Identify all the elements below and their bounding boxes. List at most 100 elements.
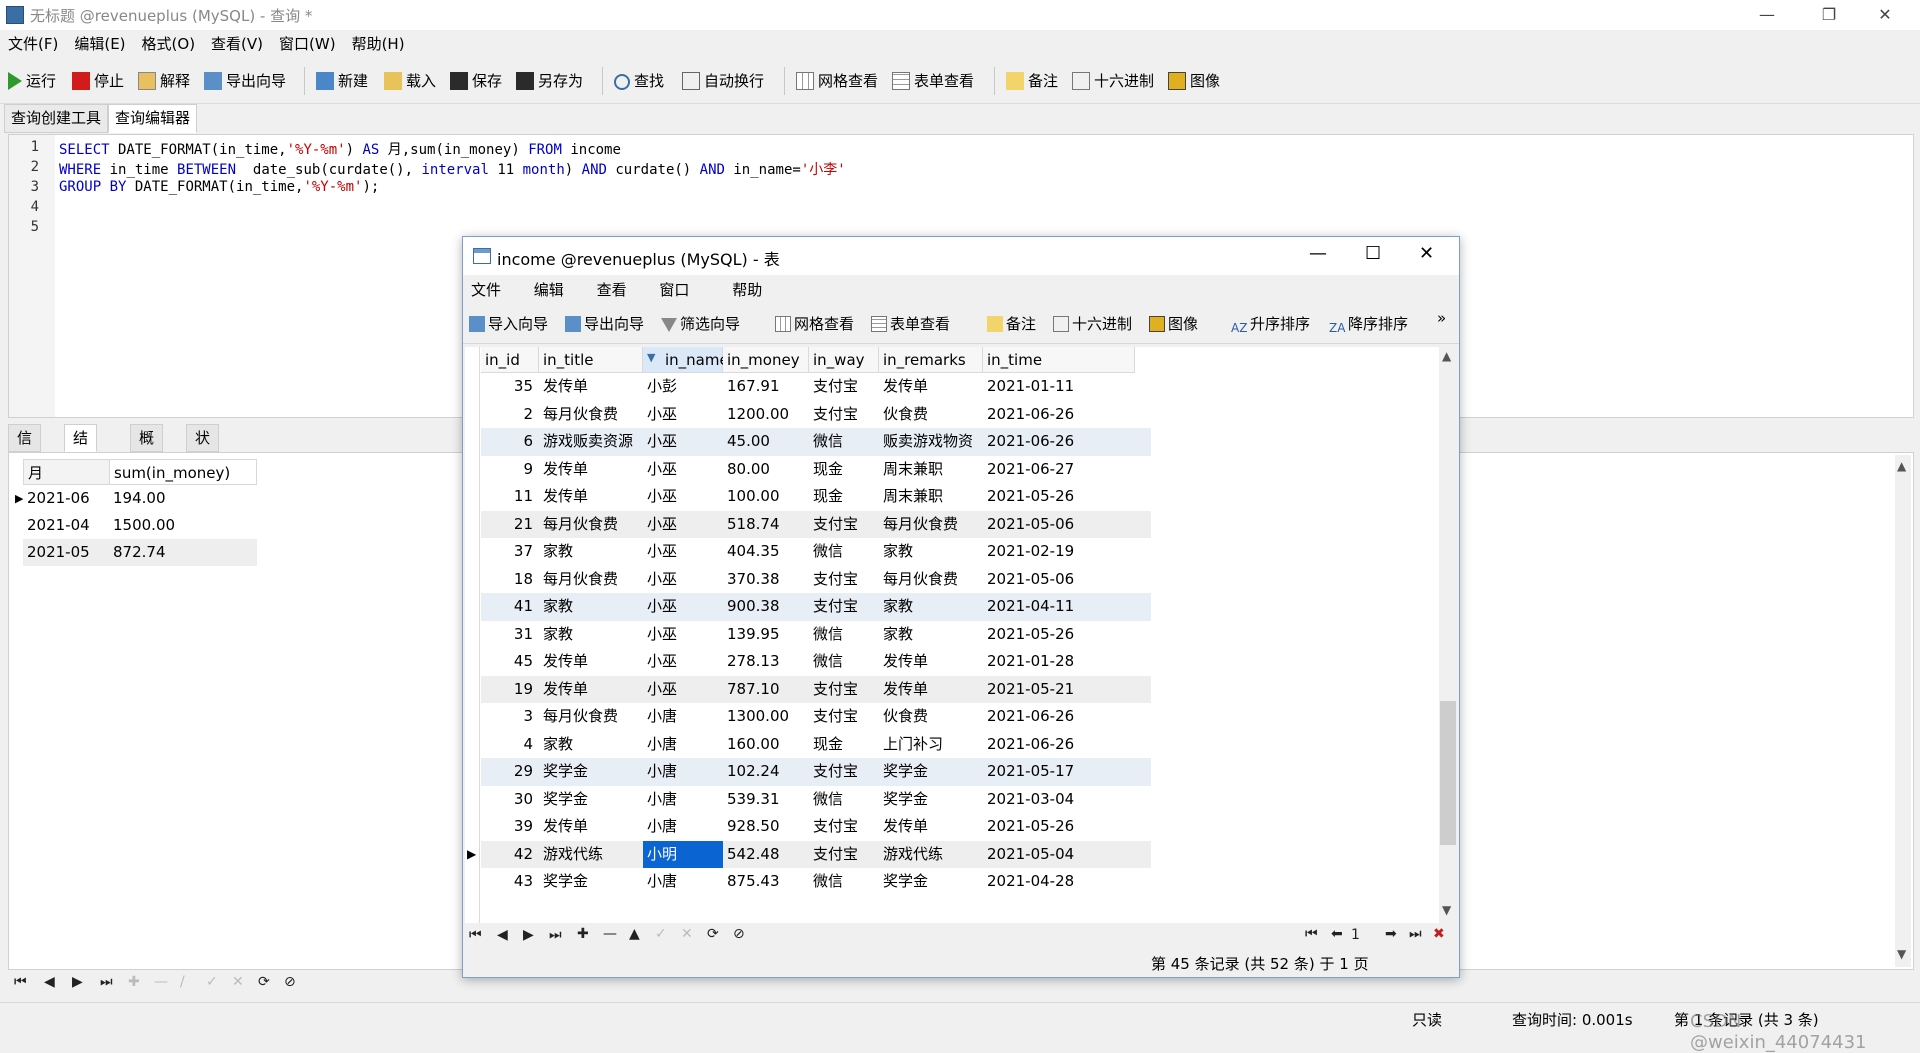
column-header-in-title[interactable]: in_title: [539, 347, 643, 373]
cell-in-way[interactable]: 支付宝: [809, 703, 879, 731]
table-row[interactable]: 3 每月伙食费 小唐 1300.00 支付宝 伙食费 2021-06-26: [481, 703, 1151, 731]
find-button[interactable]: 查找: [614, 69, 664, 93]
cell-in-money[interactable]: 1300.00: [723, 703, 809, 731]
cell-in-money[interactable]: 1200.00: [723, 401, 809, 429]
income-memo-button[interactable]: 备注: [987, 313, 1036, 335]
cell-in-time[interactable]: 2021-01-28: [983, 648, 1135, 676]
scroll-thumb[interactable]: [1440, 701, 1456, 845]
menu-format[interactable]: 格式(O): [134, 31, 204, 57]
table-row[interactable]: 4 家教 小唐 160.00 现金 上门补习 2021-06-26: [481, 730, 1151, 759]
cell-in-way[interactable]: 支付宝: [809, 373, 879, 401]
cell-in-money[interactable]: 518.74: [723, 511, 809, 539]
scroll-up-icon[interactable]: ▲: [1897, 459, 1906, 473]
cell-in-time[interactable]: 2021-06-26: [983, 731, 1135, 759]
memo-button[interactable]: 备注: [1006, 69, 1058, 93]
image-button[interactable]: 图像: [1168, 69, 1220, 93]
cell-in-time[interactable]: 2021-06-26: [983, 401, 1135, 429]
table-row[interactable]: ▶ 42 游戏代练 小明 542.48 支付宝 游戏代练 2021-05-04: [467, 840, 1151, 869]
cell-in-id[interactable]: 9: [481, 456, 539, 484]
table-row[interactable]: 35 发传单 小彭 167.91 支付宝 发传单 2021-01-11: [481, 373, 1151, 401]
cell-in-remarks[interactable]: 贩卖游戏物资: [879, 428, 983, 456]
refresh-icon[interactable]: ⟳: [258, 974, 270, 990]
column-header-in-time[interactable]: in_time: [983, 347, 1135, 373]
cell-in-money[interactable]: 102.24: [723, 758, 809, 786]
income-export-wizard-button[interactable]: 导出向导: [565, 313, 644, 335]
result-header-month[interactable]: 月: [23, 459, 119, 485]
income-grid-view-button[interactable]: 网格查看: [775, 313, 854, 335]
table-row[interactable]: 41 家教 小巫 900.38 支付宝 家教 2021-04-11: [481, 593, 1151, 621]
first-record-icon[interactable]: ⏮: [469, 927, 482, 943]
result-header-sum[interactable]: sum(in_money): [109, 459, 257, 485]
add-record-icon[interactable]: ✚: [128, 974, 140, 990]
table-row[interactable]: 43 奖学金 小唐 875.43 微信 奖学金 2021-04-28: [481, 868, 1151, 896]
cell-in-name[interactable]: 小彭: [643, 373, 723, 401]
code-line[interactable]: SELECT DATE_FORMAT(in_time,'%Y-%m') AS 月…: [59, 139, 621, 159]
minimize-button[interactable]: —: [1744, 0, 1790, 30]
cell-in-id[interactable]: 37: [481, 538, 539, 566]
cell-in-time[interactable]: 2021-01-11: [983, 373, 1135, 401]
tab-status[interactable]: 状态: [186, 424, 220, 473]
first-page-icon[interactable]: ⏮: [1305, 926, 1318, 942]
cell-in-time[interactable]: 2021-05-06: [983, 566, 1135, 594]
cell-in-time[interactable]: 2021-05-26: [983, 813, 1135, 841]
cell-in-money[interactable]: 370.38: [723, 566, 809, 594]
cell-in-id[interactable]: 39: [481, 813, 539, 841]
cell-in-money[interactable]: 100.00: [723, 483, 809, 511]
cell-in-remarks[interactable]: 家教: [879, 621, 983, 649]
column-header-in-id[interactable]: in_id: [481, 347, 539, 373]
table-row[interactable]: 30 奖学金 小唐 539.31 微信 奖学金 2021-03-04: [481, 785, 1151, 814]
cell-in-id[interactable]: 35: [481, 373, 539, 401]
cell-in-time[interactable]: 2021-05-21: [983, 676, 1135, 704]
stop-button[interactable]: 停止: [72, 69, 124, 93]
cell-in-id[interactable]: 29: [481, 758, 539, 786]
cell-in-remarks[interactable]: 每月伙食费: [879, 566, 983, 594]
cell-in-id[interactable]: 18: [481, 566, 539, 594]
table-row[interactable]: 45 发传单 小巫 278.13 微信 发传单 2021-01-28: [481, 648, 1151, 676]
cell-in-way[interactable]: 支付宝: [809, 401, 879, 429]
cell-in-title[interactable]: 家教: [539, 593, 643, 621]
income-hex-button[interactable]: 十六进制: [1053, 313, 1132, 335]
last-page-icon[interactable]: ⏭: [1409, 926, 1422, 942]
result-cell-sum[interactable]: 1500.00: [109, 512, 257, 539]
table-row[interactable]: 31 家教 小巫 139.95 微信 家教 2021-05-26: [481, 620, 1151, 649]
last-record-icon[interactable]: ⏭: [549, 927, 562, 943]
toolbar-overflow-icon[interactable]: »: [1437, 307, 1446, 329]
cell-in-money[interactable]: 928.50: [723, 813, 809, 841]
table-row[interactable]: 2 每月伙食费 小巫 1200.00 支付宝 伙食费 2021-06-26: [481, 400, 1151, 429]
next-record-icon[interactable]: ▶: [523, 927, 534, 943]
settings-icon[interactable]: ✖: [1433, 926, 1445, 942]
form-view-button[interactable]: 表单查看: [892, 69, 974, 93]
cell-in-time[interactable]: 2021-03-04: [983, 786, 1135, 814]
menu-help[interactable]: 帮助(H): [344, 31, 413, 57]
save-as-button[interactable]: 另存为: [516, 69, 583, 93]
cell-in-name[interactable]: 小巫: [643, 483, 723, 511]
cell-in-money[interactable]: 542.48: [723, 841, 809, 869]
cell-in-remarks[interactable]: 上门补习: [879, 731, 983, 759]
cell-in-title[interactable]: 发传单: [539, 676, 643, 704]
income-maximize-button[interactable]: ☐: [1365, 243, 1381, 264]
cell-in-title[interactable]: 发传单: [539, 373, 643, 401]
cell-in-title[interactable]: 发传单: [539, 456, 643, 484]
next-record-icon[interactable]: ▶: [72, 974, 83, 990]
cell-in-way[interactable]: 支付宝: [809, 841, 879, 869]
run-button[interactable]: 运行: [8, 69, 56, 93]
add-record-icon[interactable]: ✚: [577, 926, 589, 942]
cell-in-name[interactable]: 小明: [643, 840, 723, 868]
cell-in-way[interactable]: 现金: [809, 483, 879, 511]
cell-in-money[interactable]: 80.00: [723, 456, 809, 484]
tab-result1[interactable]: 结果1: [64, 424, 98, 499]
code-line[interactable]: WHERE in_time BETWEEN date_sub(curdate()…: [59, 159, 846, 179]
menu-file[interactable]: 文件(F): [0, 31, 66, 57]
cell-in-name[interactable]: 小唐: [643, 703, 723, 731]
table-row[interactable]: 18 每月伙食费 小巫 370.38 支付宝 每月伙食费 2021-05-06: [481, 565, 1151, 594]
scroll-down-icon[interactable]: ▼: [1442, 903, 1451, 917]
cell-in-time[interactable]: 2021-06-26: [983, 428, 1135, 456]
delete-record-icon[interactable]: —: [603, 926, 617, 942]
cell-in-id[interactable]: 42: [481, 841, 539, 869]
cell-in-id[interactable]: 19: [481, 676, 539, 704]
cell-in-remarks[interactable]: 游戏代练: [879, 841, 983, 869]
cell-in-title[interactable]: 发传单: [539, 813, 643, 841]
table-row[interactable]: 6 游戏贩卖资源 小巫 45.00 微信 贩卖游戏物资 2021-06-26: [481, 428, 1151, 456]
result-cell-month[interactable]: 2021-06: [23, 485, 109, 512]
cell-in-time[interactable]: 2021-05-17: [983, 758, 1135, 786]
